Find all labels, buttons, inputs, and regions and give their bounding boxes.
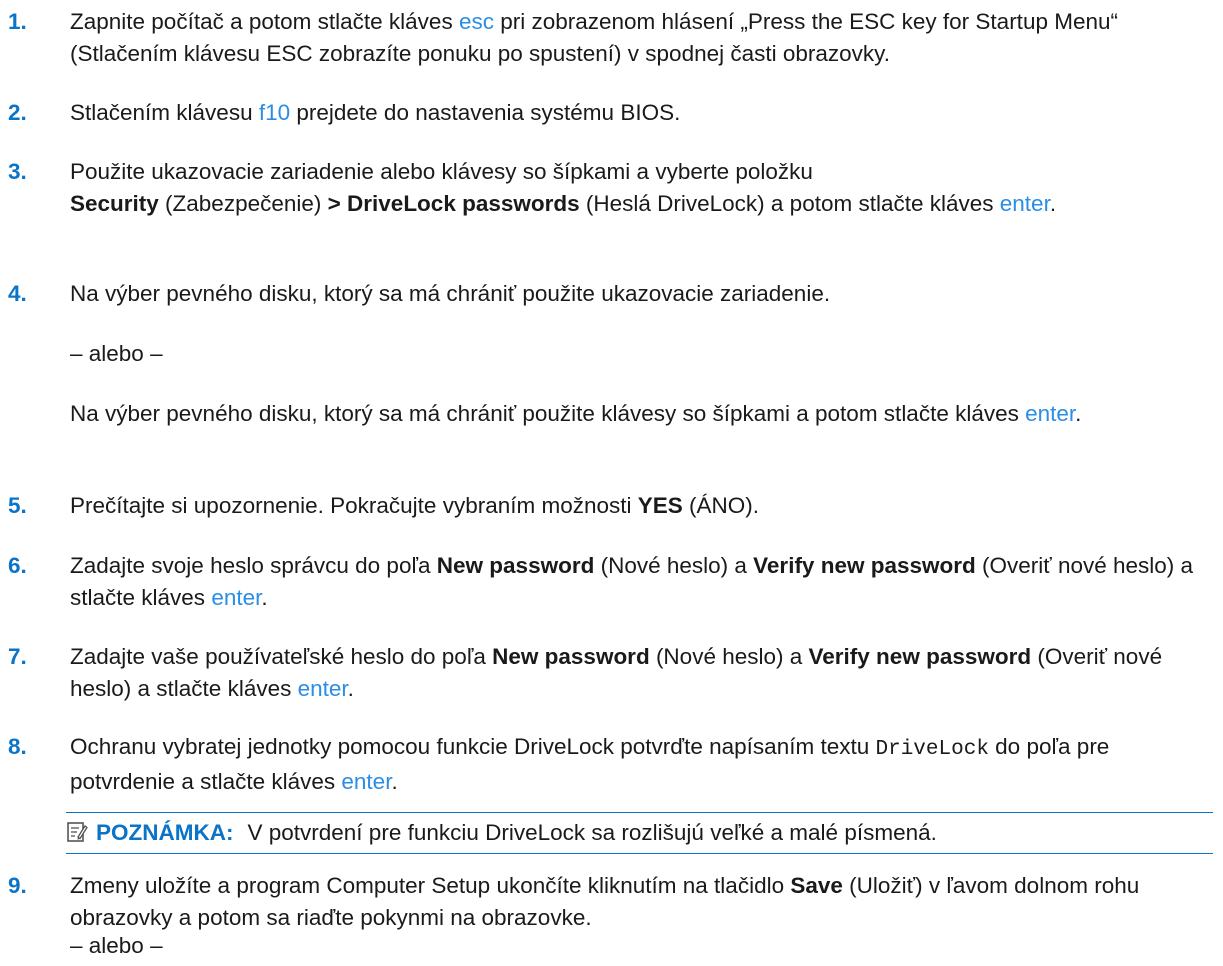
step-1: 1. Zapnite počítač a potom stlačte kláve… — [8, 6, 1213, 70]
note-bottom-rule — [66, 853, 1213, 854]
step-8: 8. Ochranu vybratej jednotky pomocou fun… — [8, 731, 1213, 798]
key-name: esc — [458, 9, 494, 34]
note-top-rule — [66, 812, 1213, 813]
note-text: V potvrdení pre funkciu DriveLock sa roz… — [247, 820, 937, 845]
key-name: f10 — [258, 100, 291, 125]
key-name: enter — [1025, 401, 1076, 426]
step-text: Zadajte vaše používateľské heslo do poľa… — [70, 644, 1163, 701]
step-3: 3. Použite ukazovacie zariadenie alebo k… — [8, 156, 1213, 220]
step-4-alternative: Na výber pevného disku, ktorý sa má chrá… — [70, 401, 1082, 426]
step-text: Zadajte svoje heslo správcu do poľa New … — [70, 553, 1194, 610]
note-label: POZNÁMKA: — [96, 820, 234, 845]
note-pencil-icon — [67, 822, 88, 842]
step-number: 4. — [8, 281, 27, 306]
key-name: enter — [297, 676, 348, 701]
step-text: Zapnite počítač a potom stlačte kláves e… — [70, 9, 1118, 66]
alternative-separator: – alebo – — [70, 341, 163, 366]
menu-path-drivelock: > DriveLock passwords — [327, 191, 580, 216]
step-text: Na výber pevného disku, ktorý sa má chrá… — [70, 281, 831, 306]
field-new-password: New password — [436, 553, 595, 578]
step-text: Použite ukazovacie zariadenie alebo kláv… — [70, 159, 1057, 216]
step-number: 1. — [8, 9, 27, 34]
step-number: 6. — [8, 553, 27, 578]
alternative-separator: – alebo – — [70, 933, 163, 958]
step-5: 5. Prečítajte si upozornenie. Pokračujte… — [8, 490, 1213, 522]
step-number: 2. — [8, 100, 27, 125]
step-number: 7. — [8, 644, 27, 669]
step-text: Ochranu vybratej jednotky pomocou funkci… — [70, 734, 1110, 794]
field-verify-password: Verify new password — [808, 644, 1032, 669]
step-text: Prečítajte si upozornenie. Pokračujte vy… — [70, 493, 760, 518]
step-number: 5. — [8, 493, 27, 518]
button-save: Save — [790, 873, 843, 898]
step-6: 6. Zadajte svoje heslo správcu do poľa N… — [8, 550, 1213, 614]
step-number: 8. — [8, 734, 27, 759]
key-name: enter — [341, 769, 392, 794]
document-page: 1. Zapnite počítač a potom stlačte kláve… — [0, 0, 1223, 966]
option-yes: YES — [637, 493, 683, 518]
step-number: 3. — [8, 159, 27, 184]
step-text: Stlačením klávesu f10 prejdete do nastav… — [70, 100, 681, 125]
step-4: 4. Na výber pevného disku, ktorý sa má c… — [8, 278, 1213, 310]
field-new-password: New password — [492, 644, 650, 669]
step-number: 9. — [8, 873, 27, 898]
step-text: Zmeny uložíte a program Computer Setup u… — [70, 873, 1140, 930]
menu-path-security: Security — [70, 191, 159, 216]
step-2: 2. Stlačením klávesu f10 prejdete do nas… — [8, 97, 1213, 129]
key-name: enter — [999, 191, 1050, 216]
step-7: 7. Zadajte vaše používateľské heslo do p… — [8, 641, 1213, 705]
field-verify-password: Verify new password — [753, 553, 976, 578]
note: POZNÁMKA: V potvrdení pre funkciu DriveLo… — [66, 817, 1213, 849]
code-text: DriveLock — [875, 738, 989, 761]
key-name: enter — [211, 585, 262, 610]
step-9: 9. Zmeny uložíte a program Computer Setu… — [8, 870, 1213, 934]
